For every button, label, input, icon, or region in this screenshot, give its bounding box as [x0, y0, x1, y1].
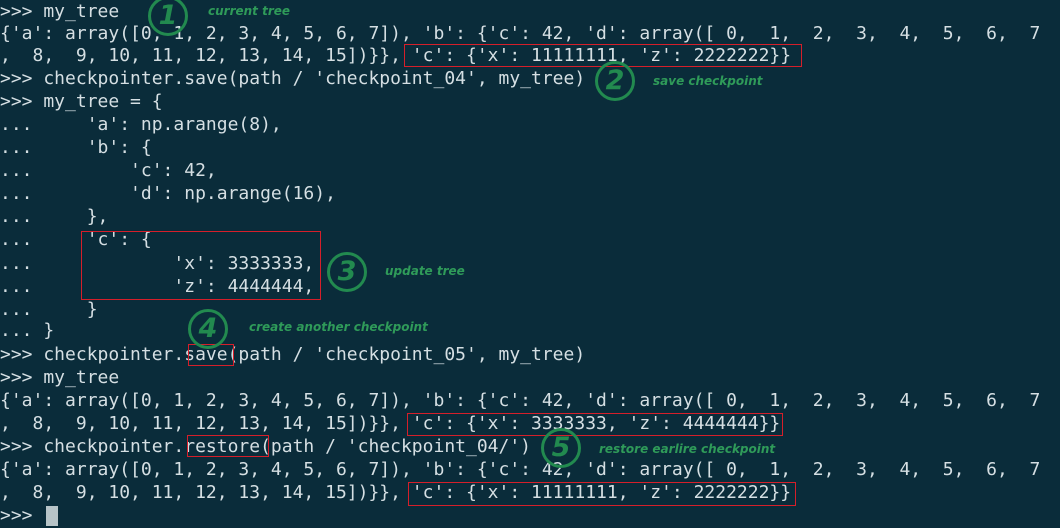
- terminal-line-continuation: ... },: [0, 206, 109, 227]
- annotation-badge-3: 3: [327, 252, 367, 292]
- terminal-line-continuation: ... 'a': np.arange(8),: [0, 114, 282, 135]
- terminal-line-continuation: ... }: [0, 299, 98, 320]
- terminal-line-output: , 8, 9, 10, 11, 12, 13, 14, 15])}}, 'c':…: [0, 482, 792, 503]
- terminal-line-prompt: >>> my_tree: [0, 1, 120, 22]
- terminal-cursor[interactable]: [46, 506, 58, 526]
- terminal-line-output: , 8, 9, 10, 11, 12, 13, 14, 15])}}, 'c':…: [0, 45, 792, 66]
- annotation-badge-4: 4: [188, 309, 228, 349]
- annotation-note-3: update tree: [385, 264, 465, 278]
- terminal-line-continuation: ... }: [0, 320, 55, 341]
- terminal-line-prompt: >>> checkpointer.restore(path / 'checkpo…: [0, 436, 532, 457]
- terminal-line-continuation: ... 'c': 42,: [0, 160, 217, 181]
- terminal-line-output: {'a': array([0, 1, 2, 3, 4, 5, 6, 7]), '…: [0, 459, 1041, 480]
- terminal-line-continuation: ... 'd': np.arange(16),: [0, 183, 336, 204]
- terminal-line-prompt: >>> checkpointer.save(path / 'checkpoint…: [0, 344, 586, 365]
- annotation-note-1: current tree: [208, 4, 291, 18]
- annotation-note-5: restore earlire checkpoint: [599, 442, 776, 456]
- terminal-line-prompt[interactable]: >>>: [0, 505, 43, 527]
- terminal-line-continuation: ... 'z': 4444444,: [0, 276, 315, 297]
- annotation-note-2: save checkpoint: [653, 74, 763, 88]
- annotation-note-4: create another checkpoint: [249, 320, 428, 334]
- terminal-line-prompt: >>> my_tree: [0, 367, 120, 388]
- annotation-badge-2: 2: [595, 61, 635, 101]
- terminal-line-continuation: ... 'c': {: [0, 229, 152, 250]
- terminal-line-continuation: ... 'x': 3333333,: [0, 253, 315, 274]
- terminal-line-prompt: >>> my_tree = {: [0, 91, 163, 112]
- terminal-line-continuation: ... 'b': {: [0, 137, 152, 158]
- terminal-line-prompt: >>> checkpointer.save(path / 'checkpoint…: [0, 68, 586, 89]
- terminal-window[interactable]: >>> my_tree {'a': array([0, 1, 2, 3, 4, …: [0, 0, 1060, 528]
- terminal-line-output: {'a': array([0, 1, 2, 3, 4, 5, 6, 7]), '…: [0, 390, 1041, 411]
- annotation-badge-5: 5: [541, 428, 581, 468]
- terminal-line-output: , 8, 9, 10, 11, 12, 13, 14, 15])}}, 'c':…: [0, 413, 781, 434]
